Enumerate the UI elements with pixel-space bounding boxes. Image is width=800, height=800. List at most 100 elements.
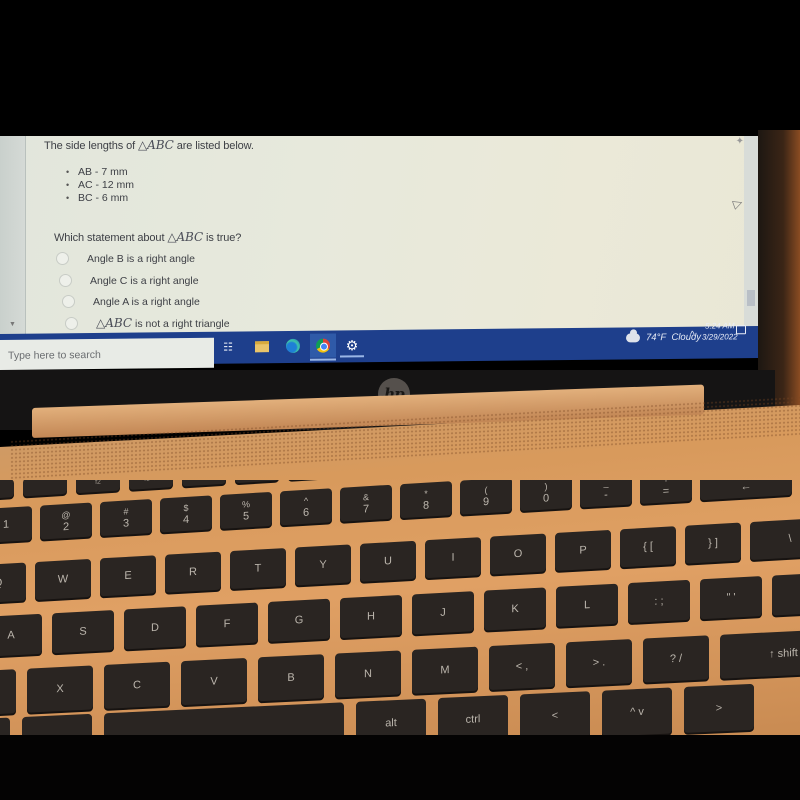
clock-date: 3/29/2022 [702,332,738,342]
key-2[interactable]: @2 [40,502,92,540]
key-symbol[interactable]: < [520,691,590,735]
key-shift-label: $ [183,502,189,514]
key-symbol[interactable]: += [640,480,692,504]
scrollbar-thumb[interactable] [747,290,755,306]
key-blank[interactable] [0,717,10,735]
key-symbol[interactable]: > . [566,639,632,687]
key-0[interactable]: ) 0 [520,480,572,512]
key-symbol[interactable]: > [684,683,754,733]
key-alt[interactable]: alt [356,698,426,735]
key-i[interactable]: I [425,537,481,579]
key-e[interactable]: E [100,555,156,597]
key-shift-label: _ [603,480,609,489]
key-o[interactable]: O [490,533,546,575]
notification-center-icon[interactable] [736,325,746,335]
key-b[interactable]: B [258,654,324,702]
pin-icon[interactable]: ✦ [736,136,744,147]
key-1[interactable]: 1 [0,506,32,544]
file-explorer-icon[interactable] [250,337,274,355]
radio-button[interactable] [62,295,75,308]
key-9[interactable]: (9 [460,480,512,515]
radio-button[interactable] [59,274,72,287]
radio-button[interactable] [56,252,69,265]
key-4[interactable]: $4 [160,495,212,533]
key-ctrl[interactable]: ctrl [438,694,508,735]
side-length-item: BC - 6 mm [66,192,134,205]
cloud-icon [626,333,640,343]
scroll-down-arrow-icon[interactable]: ▼ [9,321,16,328]
key-g[interactable]: G [268,598,330,642]
radio-button[interactable] [65,316,78,330]
taskbar-search-input[interactable]: Type here to search [0,337,214,370]
key-label: 8 [422,499,430,512]
triangle-math: △ABC [96,316,133,330]
key-n[interactable]: N [335,650,401,698]
key-m[interactable]: M [412,646,478,694]
settings-gear-icon[interactable]: ⚙ [340,336,364,354]
key-blank[interactable] [23,480,67,497]
key-6[interactable]: ^ 6 [280,488,332,526]
key-symbol[interactable]: \ [750,517,800,561]
key-symbol[interactable]: } ] [685,522,741,564]
key-8[interactable]: * 8 [400,481,452,519]
key-label: 4 [182,513,190,527]
key-shift-label: @ [61,509,71,521]
side-length-list: AB - 7 mm AC - 12 mm BC - 6 mm [66,166,134,205]
vertical-scrollbar[interactable]: ▼ [744,136,758,334]
key-a[interactable]: A [0,613,42,658]
key-blank[interactable] [0,480,14,500]
key-f2[interactable]: f2 [76,480,120,494]
key-y[interactable]: Y [295,544,351,586]
key-k[interactable]: K [484,587,546,631]
answer-choice-c[interactable]: Angle C is a right angle [59,274,199,287]
key-blank[interactable] [104,702,344,735]
key-7[interactable]: & 7 [340,484,392,522]
key-f5[interactable]: f5 ∅ [235,480,279,484]
key-blank[interactable] [22,713,92,735]
key-l[interactable]: L [556,583,618,627]
system-clock[interactable]: 5:24 AM 3/29/2022 [702,320,738,342]
tray-chevron-up-icon[interactable]: ^ [690,330,695,341]
task-view-icon[interactable]: ☷ [216,337,240,355]
key-h[interactable]: H [340,594,402,639]
key-j[interactable]: J [412,591,474,635]
key-enter[interactable]: enter ↵ [772,569,800,616]
key-f[interactable]: F [196,602,258,646]
key-symbol[interactable]: ? / [643,635,709,683]
answer-choice-b[interactable]: Angle B is a right angle [56,252,195,265]
key-x[interactable]: X [27,665,93,713]
answer-choice-not-right[interactable]: △ABC is not a right triangle [65,316,230,330]
key-shift-label: * [424,488,428,499]
key-f4[interactable]: f4 ☀ [182,480,226,487]
key-z[interactable]: Z [0,669,16,717]
key-symbol[interactable]: backspace← [700,480,792,501]
key-w[interactable]: W [35,558,91,601]
answer-choice-a[interactable]: Angle A is a right angle [62,295,200,308]
key-f3[interactable]: f3 ✶ [129,480,173,490]
key-v[interactable]: ^ v [602,687,672,735]
key-r[interactable]: R [165,551,221,593]
key-label: 3 [122,517,130,530]
key-p[interactable]: P [555,529,611,571]
key-symbol[interactable]: : ; [628,579,690,624]
choice-label: Angle B is a right angle [87,252,195,265]
key-symbol[interactable]: " ' [700,576,762,620]
key-shift-pause[interactable]: ↑ shift pause [720,626,800,679]
key-u[interactable]: U [360,540,416,582]
key-label: ← [740,480,752,494]
key-s[interactable]: S [52,610,114,654]
key-symbol[interactable]: < , [489,642,555,691]
key-symbol[interactable]: { [ [620,526,676,568]
key-t[interactable]: T [230,548,286,590]
key-v[interactable]: V [181,657,247,706]
key-5[interactable]: % 5 [220,491,272,529]
chrome-browser-icon[interactable] [310,333,336,358]
key-d[interactable]: D [124,606,186,650]
key-c[interactable]: C [104,661,170,709]
key-symbol[interactable]: _ - [580,480,632,508]
key-3[interactable]: #3 [100,498,152,537]
intro-text: The side lengths of [44,140,139,152]
edge-browser-icon[interactable] [281,337,305,355]
weather-temperature: 74°F [646,332,667,344]
key-q[interactable]: Q [0,562,26,604]
